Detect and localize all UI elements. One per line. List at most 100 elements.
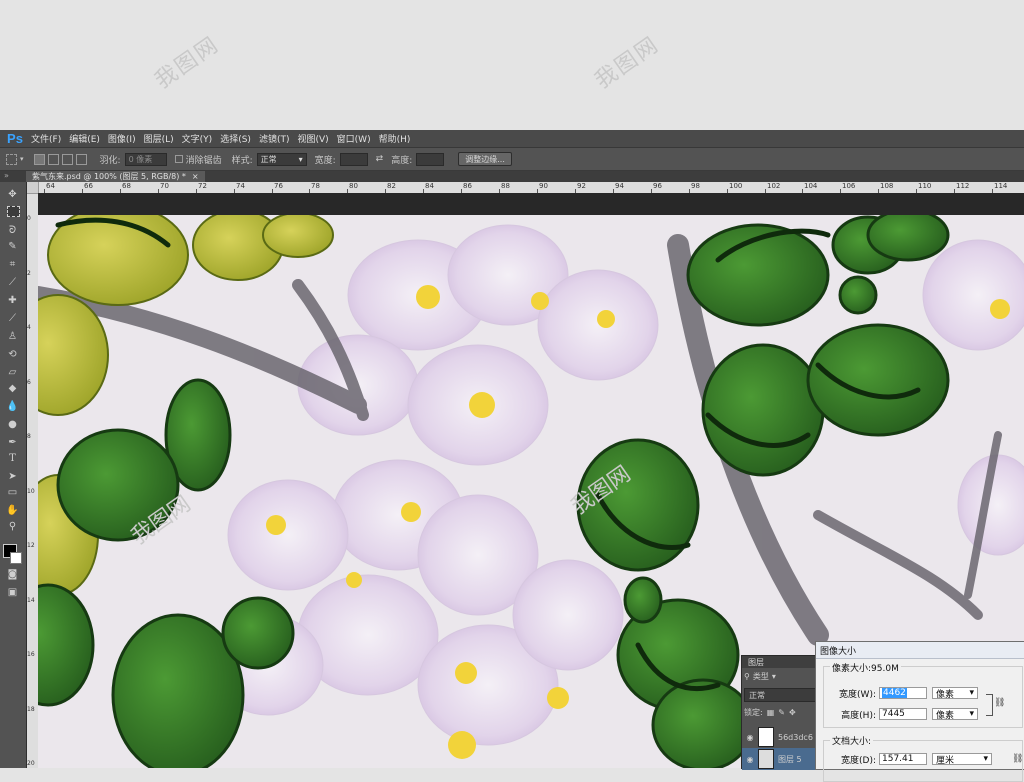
ruler-label: 16 [27, 651, 35, 658]
ruler-label: 2 [27, 270, 31, 277]
path-select-tool-icon[interactable]: ➤ [6, 470, 19, 483]
menu-help[interactable]: 帮助(H) [378, 132, 418, 145]
menu-file[interactable]: 文件(F) [30, 132, 68, 145]
document-tab[interactable]: 紫气东来.psd @ 100% (图层 5, RGB/8) * × [26, 171, 205, 182]
menu-layer[interactable]: 图层(L) [143, 132, 181, 145]
quick-mask-icon[interactable]: ◙ [6, 568, 19, 581]
layers-panel-title: 图层 [742, 656, 818, 668]
menu-filter[interactable]: 滤镜(T) [258, 132, 297, 145]
toolbox: ✥ ᘐ ✎ ⌗ ⟋ ✚ ⟋ ♙ ⟲ ▱ ◆ 💧 ● ✒ T ➤ ▭ ✋ ⚲ ◙ … [0, 182, 27, 768]
new-selection-icon[interactable] [33, 153, 45, 165]
chevron-down-icon: ▾ [969, 709, 974, 719]
ruler-label: 66 [84, 182, 93, 190]
height-label: 高度: [391, 155, 413, 166]
eye-icon[interactable]: ◉ [742, 755, 758, 764]
dodge-tool-icon[interactable]: ● [6, 418, 19, 431]
width-unit-select[interactable]: 像素 ▾ [932, 687, 978, 700]
height-input[interactable]: 7445 [879, 708, 927, 720]
ruler-label: 4 [27, 324, 31, 331]
history-brush-tool-icon[interactable]: ⟲ [6, 348, 19, 361]
chevron-down-icon: ▾ [983, 754, 988, 764]
doc-width-input[interactable]: 157.41 [879, 753, 927, 765]
ruler-label: 70 [160, 182, 169, 190]
zoom-tool-icon[interactable]: ⚲ [6, 520, 19, 533]
ruler-label: 86 [463, 182, 472, 190]
ruler-label: 8 [27, 433, 31, 440]
eraser-tool-icon[interactable]: ▱ [6, 366, 19, 379]
collapse-icon[interactable]: » [4, 171, 9, 180]
screen-mode-icon[interactable]: ▣ [6, 586, 19, 599]
style-select[interactable]: 正常 ▾ [256, 152, 307, 166]
lock-transparent-icon[interactable]: ▦ [767, 708, 775, 717]
feather-label: 羽化: [99, 155, 121, 166]
menu-view[interactable]: 视图(V) [296, 132, 335, 145]
ruler-label: 98 [691, 182, 700, 190]
doc-width-unit-select[interactable]: 厘米 ▾ [932, 753, 992, 766]
ruler-label: 80 [349, 182, 358, 190]
ruler-label: 14 [27, 597, 35, 604]
link-icon[interactable]: ⛓ [1012, 754, 1023, 764]
brush-tool-icon[interactable]: ⟋ [6, 312, 19, 325]
type-tool-icon[interactable]: T [6, 452, 19, 465]
ruler-label: 100 [729, 182, 743, 190]
menu-select[interactable]: 选择(S) [219, 132, 258, 145]
clone-stamp-tool-icon[interactable]: ♙ [6, 330, 19, 343]
lock-image-icon[interactable]: ✎ [778, 708, 785, 717]
menu-bar: Ps 文件(F) 编辑(E) 图像(I) 图层(L) 文字(Y) 选择(S) 滤… [0, 130, 1024, 148]
ruler-label: 110 [918, 182, 932, 190]
move-tool-icon[interactable]: ✥ [6, 188, 19, 201]
healing-brush-tool-icon[interactable]: ✚ [6, 294, 19, 307]
width-input[interactable] [339, 152, 368, 166]
height-input[interactable] [416, 152, 445, 166]
layer-filter[interactable]: ⚲ 类型 ▾ [744, 670, 776, 682]
subtract-selection-icon[interactable] [61, 153, 73, 165]
lock-row: 锁定: ▦ ✎ ✥ [744, 706, 796, 718]
layer-thumbnail [758, 749, 774, 769]
ruler-label: 0 [27, 215, 31, 222]
swap-icon[interactable]: ⇄ [376, 154, 384, 164]
background-color-swatch[interactable] [10, 552, 22, 564]
lock-position-icon[interactable]: ✥ [789, 708, 796, 717]
ruler-label: 18 [27, 706, 35, 713]
close-icon[interactable]: × [192, 172, 199, 181]
hand-tool-icon[interactable]: ✋ [6, 504, 19, 517]
blend-mode-select[interactable]: 正常 [744, 688, 816, 702]
rectangle-tool-icon[interactable]: ▭ [6, 486, 19, 499]
ruler-label: 104 [804, 182, 818, 190]
selection-mode-group [33, 153, 90, 165]
antialias-checkbox[interactable] [174, 155, 183, 163]
ruler-label: 94 [615, 182, 624, 190]
eye-icon[interactable]: ◉ [742, 733, 758, 742]
link-icon[interactable]: ⛓ [994, 698, 1005, 708]
height-unit-select[interactable]: 像素 ▾ [932, 708, 978, 721]
menu-type[interactable]: 文字(Y) [181, 132, 220, 145]
menu-image[interactable]: 图像(I) [107, 132, 143, 145]
paint-bucket-tool-icon[interactable]: ◆ [6, 382, 19, 395]
refine-edge-button[interactable]: 调整边缘... [458, 152, 512, 166]
antialias-label: 消除锯齿 [185, 155, 222, 166]
marquee-tool-preset[interactable]: ▾ [6, 153, 24, 165]
width-input[interactable]: 4462 [879, 687, 927, 699]
feather-input[interactable]: 0 像素 [124, 152, 167, 166]
constrain-bracket [986, 694, 993, 716]
crop-tool-icon[interactable]: ⌗ [6, 258, 19, 271]
menu-window[interactable]: 窗口(W) [336, 132, 378, 145]
document-tab-title: 紫气东来.psd @ 100% (图层 5, RGB/8) * [32, 172, 186, 181]
ruler-label: 96 [653, 182, 662, 190]
doc-width-row: 宽度(D): 157.41 厘米 ▾ [836, 752, 992, 766]
quick-select-tool-icon[interactable]: ✎ [6, 240, 19, 253]
lasso-tool-icon[interactable]: ᘐ [6, 224, 19, 237]
layer-item[interactable]: ◉ 56d3dc6 [742, 726, 818, 748]
watermark: 我图网 [590, 32, 665, 94]
marquee-tool-icon[interactable] [7, 206, 20, 217]
pen-tool-icon[interactable]: ✒ [6, 436, 19, 449]
menu-edit[interactable]: 编辑(E) [68, 132, 107, 145]
intersect-selection-icon[interactable] [75, 153, 87, 165]
ruler-label: 112 [956, 182, 970, 190]
eyedropper-tool-icon[interactable]: ⟋ [6, 276, 19, 289]
blur-tool-icon[interactable]: 💧 [6, 400, 19, 413]
ruler-label: 106 [842, 182, 856, 190]
add-selection-icon[interactable] [47, 153, 59, 165]
photoshop-logo: Ps [7, 131, 23, 146]
layer-item[interactable]: ◉ 图层 5 [742, 748, 818, 770]
